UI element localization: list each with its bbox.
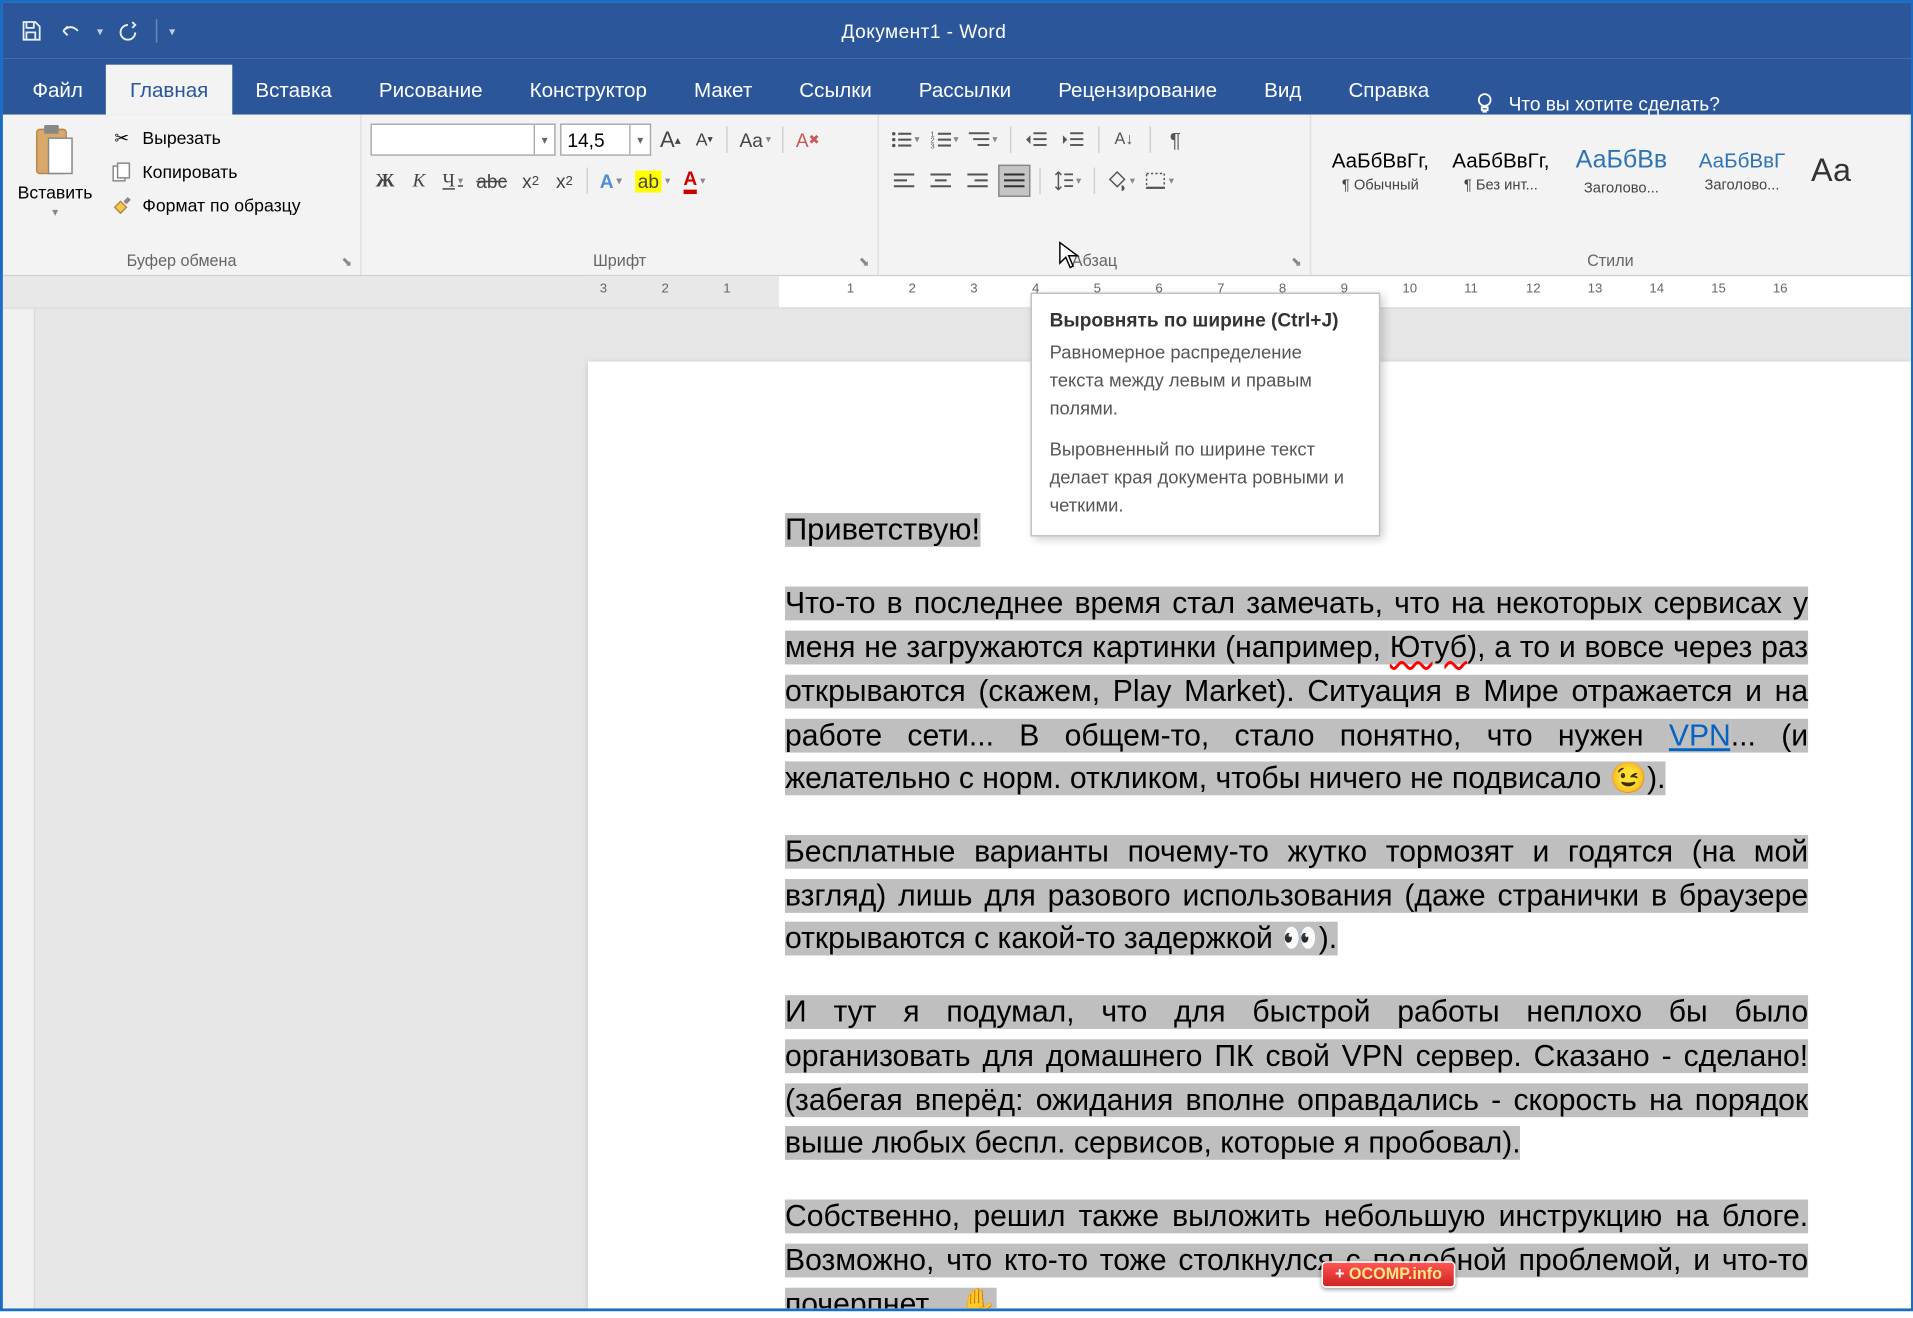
horizontal-ruler[interactable]: 32112345678910111213141516: [3, 276, 1911, 308]
format-painter-button[interactable]: Формат по образцу: [104, 191, 306, 220]
quick-access-toolbar: ▾ ▾: [3, 15, 187, 47]
scissors-icon: ✂: [110, 126, 134, 150]
highlight-button[interactable]: ab: [630, 165, 674, 197]
style-heading1[interactable]: АаБбВвЗаголово...: [1561, 123, 1682, 217]
italic-button[interactable]: К: [404, 165, 433, 197]
underline-button[interactable]: Ч: [438, 165, 467, 197]
style-title[interactable]: Аа: [1802, 123, 1861, 217]
doc-paragraph-5: Собственно, решил также выложить небольш…: [785, 1200, 1808, 1309]
bullets-button[interactable]: [888, 123, 923, 155]
tab-references[interactable]: Ссылки: [776, 65, 896, 115]
clear-formatting-button[interactable]: A✖: [792, 123, 825, 155]
align-center-button[interactable]: [925, 165, 957, 197]
doc-paragraph-2: Что-то в последнее время стал замечать, …: [785, 583, 1808, 801]
align-left-button[interactable]: [888, 165, 920, 197]
line-spacing-button[interactable]: [1050, 165, 1085, 197]
window-title: Документ1 - Word: [187, 20, 1661, 42]
subscript-button[interactable]: x2: [516, 165, 545, 197]
watermark-badge: + OCOMP.info: [1322, 1261, 1456, 1287]
style-heading2[interactable]: АаБбВвГЗаголово...: [1682, 123, 1803, 217]
font-color-button[interactable]: A: [679, 165, 710, 197]
tooltip-body-2: Выровненный по ширине текст делает края …: [1050, 437, 1362, 520]
paste-icon: [32, 123, 79, 179]
group-label-font: Шрифт: [370, 248, 868, 274]
font-size-combo[interactable]: 14,5: [560, 123, 631, 155]
bold-button[interactable]: Ж: [370, 165, 399, 197]
shading-button[interactable]: [1103, 165, 1138, 197]
group-label-clipboard: Буфер обмена: [12, 248, 352, 274]
tab-layout[interactable]: Макет: [670, 65, 775, 115]
text-effects-button[interactable]: A: [595, 165, 626, 197]
style-normal[interactable]: АаБбВвГг,¶ Обычный: [1320, 123, 1441, 217]
ribbon: Вставить ▾ ✂ Вырезать Копировать: [3, 115, 1911, 277]
paintbrush-icon: [110, 194, 134, 218]
svg-text:3: 3: [930, 141, 934, 148]
justify-tooltip: Выровнять по ширине (Ctrl+J) Равномерное…: [1030, 293, 1380, 536]
vertical-ruler[interactable]: [3, 309, 35, 1309]
grow-font-button[interactable]: A▴: [656, 123, 685, 155]
group-label-paragraph: Абзац: [888, 248, 1301, 274]
paragraph-launcher[interactable]: ⬊: [1286, 251, 1307, 272]
numbering-button[interactable]: 123: [927, 123, 962, 155]
shrink-font-button[interactable]: A▾: [689, 123, 718, 155]
cut-button[interactable]: ✂ Вырезать: [104, 123, 306, 152]
lightbulb-icon: [1473, 91, 1497, 115]
group-styles: АаБбВвГг,¶ Обычный АаБбВвГг,¶ Без инт...…: [1311, 115, 1911, 275]
paste-button[interactable]: Вставить ▾: [12, 121, 99, 222]
justify-button[interactable]: [998, 165, 1030, 197]
tab-review[interactable]: Рецензирование: [1035, 65, 1241, 115]
styles-gallery[interactable]: АаБбВвГг,¶ Обычный АаБбВвГг,¶ Без инт...…: [1320, 121, 1901, 218]
group-paragraph: 123 A↓ ¶: [879, 115, 1311, 275]
tab-mailings[interactable]: Рассылки: [895, 65, 1034, 115]
tab-insert[interactable]: Вставка: [232, 65, 356, 115]
tab-file[interactable]: Файл: [9, 65, 107, 115]
tooltip-body-1: Равномерное распределение текста между л…: [1050, 340, 1362, 423]
tab-design[interactable]: Конструктор: [506, 65, 670, 115]
group-clipboard: Вставить ▾ ✂ Вырезать Копировать: [3, 115, 362, 275]
style-no-spacing[interactable]: АаБбВвГг,¶ Без инт...: [1441, 123, 1562, 217]
align-right-button[interactable]: [961, 165, 993, 197]
tab-home[interactable]: Главная: [106, 65, 231, 115]
title-bar: ▾ ▾ Документ1 - Word: [3, 3, 1911, 59]
mouse-cursor-icon: [1058, 241, 1082, 270]
borders-button[interactable]: [1142, 165, 1177, 197]
font-launcher[interactable]: ⬊: [854, 251, 875, 272]
superscript-button[interactable]: x2: [550, 165, 579, 197]
font-name-dropdown[interactable]: ▾: [535, 123, 556, 155]
doc-paragraph-4: И тут я подумал, что для быстрой работы …: [785, 995, 1808, 1160]
strikethrough-button[interactable]: abc: [472, 165, 512, 197]
sort-button[interactable]: A↓: [1108, 123, 1140, 155]
multilevel-list-button[interactable]: [966, 123, 1001, 155]
redo-icon[interactable]: [112, 15, 144, 47]
doc-paragraph-1: Приветствую!: [785, 513, 980, 547]
save-icon[interactable]: [15, 15, 47, 47]
decrease-indent-button[interactable]: [1020, 123, 1052, 155]
clipboard-launcher[interactable]: ⬊: [337, 251, 358, 272]
copy-icon: [110, 160, 134, 184]
ribbon-tabs: Файл Главная Вставка Рисование Конструкт…: [3, 59, 1911, 115]
tab-draw[interactable]: Рисование: [355, 65, 506, 115]
tab-view[interactable]: Вид: [1241, 65, 1325, 115]
show-marks-button[interactable]: ¶: [1159, 123, 1191, 155]
increase-indent-button[interactable]: [1056, 123, 1088, 155]
tell-me-search[interactable]: Что вы хотите сделать?: [1453, 91, 1741, 115]
undo-icon[interactable]: [56, 15, 88, 47]
tab-help[interactable]: Справка: [1325, 65, 1453, 115]
group-font: ▾ 14,5 ▾ A▴ A▾ Aa A✖ Ж К Ч: [362, 115, 879, 275]
font-name-combo[interactable]: [370, 123, 535, 155]
document-area: Приветствую! Что-то в последнее время ст…: [3, 309, 1911, 1309]
vpn-link[interactable]: VPN: [1669, 718, 1731, 752]
group-label-styles: Стили: [1320, 248, 1901, 274]
font-size-dropdown[interactable]: ▾: [631, 123, 652, 155]
tooltip-title: Выровнять по ширине (Ctrl+J): [1050, 309, 1362, 331]
change-case-button[interactable]: Aa: [735, 123, 775, 155]
copy-button[interactable]: Копировать: [104, 157, 306, 186]
doc-paragraph-3: Бесплатные варианты почему-то жутко торм…: [785, 835, 1808, 956]
